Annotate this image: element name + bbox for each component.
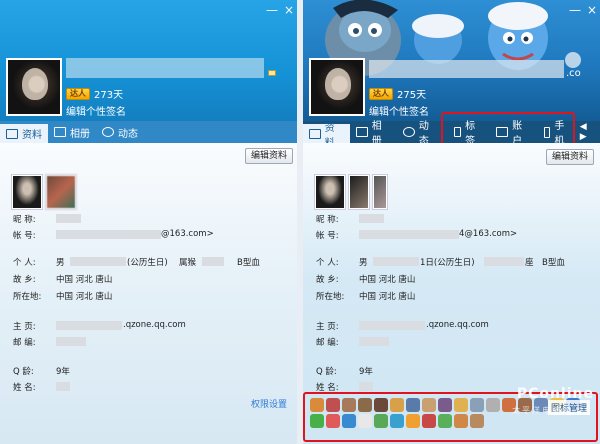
close-button[interactable]: × bbox=[284, 4, 294, 16]
minimize-button[interactable]: — bbox=[266, 4, 278, 16]
activity-icon bbox=[102, 127, 114, 137]
tab-profile[interactable]: 资料 bbox=[0, 124, 48, 143]
location-row: 所在地: 中国 河北 唐山 bbox=[316, 292, 416, 302]
level-row: 达人 273天 bbox=[66, 86, 123, 101]
avatar[interactable] bbox=[6, 58, 62, 116]
signature-edit[interactable]: 编辑个性签名 bbox=[369, 103, 429, 118]
nickname-row: 昵 称: bbox=[13, 213, 81, 225]
edit-profile-button[interactable]: 编辑资料 bbox=[245, 148, 294, 164]
watermark-logo: PConline bbox=[516, 386, 594, 402]
days-count: 273天 bbox=[94, 90, 124, 101]
signature-edit[interactable]: 编辑个性签名 bbox=[66, 103, 126, 118]
profile-window-old: — × 达人 273天 编辑个性签名 资料 相册 动态 编辑资料 昵 称: 帐 … bbox=[0, 0, 297, 444]
nickname-blurred bbox=[369, 60, 564, 78]
profile-details: 编辑资料 昵 称: 帐 号: @163.com> 个 人: 男 (公历生日) 属… bbox=[0, 143, 297, 444]
profile-tabs: 资料 相册 动态 bbox=[0, 121, 297, 143]
location-row: 所在地: 中国 河北 唐山 bbox=[13, 292, 113, 302]
nickname-blurred bbox=[66, 58, 264, 78]
homepage-row: 主 页: .qzone.qq.com bbox=[13, 320, 186, 332]
profile-header: — × 达人 273天 编辑个性签名 bbox=[0, 0, 297, 121]
account-row: 帐 号: 4@163.com> bbox=[316, 229, 518, 241]
card-icon bbox=[268, 70, 276, 76]
personal-row: 个 人: 男 1日(公历生日) 座 B型血 bbox=[316, 257, 565, 268]
profile-photo[interactable] bbox=[46, 175, 76, 209]
photo-album-icon bbox=[54, 127, 66, 137]
email-row: 邮 编: bbox=[13, 336, 86, 348]
level-row: 达人 275天 bbox=[369, 86, 426, 101]
domain-fragment: .co bbox=[566, 68, 581, 79]
tab-album[interactable]: 相册 bbox=[48, 121, 96, 143]
photo-album-icon bbox=[356, 127, 368, 137]
hometown-row: 故 乡: 中国 河北 唐山 bbox=[13, 275, 113, 285]
homepage-row: 主 页: .qzone.qq.com bbox=[316, 320, 489, 332]
profile-header: — × .co 达人 275天 编辑个性签名 bbox=[303, 0, 600, 121]
expert-badge-icon: 达人 bbox=[66, 87, 90, 100]
highlight-box-tabs bbox=[441, 112, 575, 147]
profile-photo[interactable] bbox=[373, 175, 387, 209]
profile-card-icon bbox=[309, 128, 321, 139]
tab-profile[interactable]: 资料 bbox=[303, 123, 351, 149]
activity-icon bbox=[403, 127, 415, 137]
profile-photo[interactable] bbox=[315, 175, 345, 209]
tab-scroll-arrows[interactable]: ◀ ▶ bbox=[580, 122, 596, 142]
minimize-button[interactable]: — bbox=[569, 4, 581, 16]
account-row: 帐 号: @163.com> bbox=[13, 229, 214, 241]
personal-row: 个 人: 男 (公历生日) 属猴 B型血 bbox=[13, 257, 260, 268]
qage-row: Q 龄: 9年 bbox=[316, 367, 373, 377]
expert-badge-icon: 达人 bbox=[369, 87, 393, 100]
permission-settings-link[interactable]: 权限设置 bbox=[251, 397, 287, 410]
days-count: 275天 bbox=[397, 90, 427, 101]
edit-profile-button[interactable]: 编辑资料 bbox=[546, 149, 595, 165]
tab-activity[interactable]: 动态 bbox=[397, 121, 444, 147]
name-row: 姓 名: bbox=[13, 381, 70, 393]
avatar[interactable] bbox=[309, 58, 365, 116]
close-button[interactable]: × bbox=[587, 4, 597, 16]
profile-photo[interactable] bbox=[12, 175, 42, 209]
profile-photo[interactable] bbox=[349, 175, 369, 209]
qage-row: Q 龄: 9年 bbox=[13, 367, 70, 377]
watermark-subtitle: 太平洋电脑网 bbox=[512, 406, 572, 415]
nickname-row: 昵 称: bbox=[316, 213, 384, 225]
tab-activity[interactable]: 动态 bbox=[96, 121, 144, 143]
profile-card-icon bbox=[6, 128, 18, 139]
email-row: 邮 编: bbox=[316, 336, 389, 348]
comparison-screenshot: — × 达人 273天 编辑个性签名 资料 相册 动态 编辑资料 昵 称: 帐 … bbox=[0, 0, 600, 444]
profile-window-new: — × .co 达人 275天 编辑个性签名 资料 相册 动态 bbox=[303, 0, 600, 444]
hometown-row: 故 乡: 中国 河北 唐山 bbox=[316, 275, 416, 285]
tab-album[interactable]: 相册 bbox=[350, 121, 397, 147]
